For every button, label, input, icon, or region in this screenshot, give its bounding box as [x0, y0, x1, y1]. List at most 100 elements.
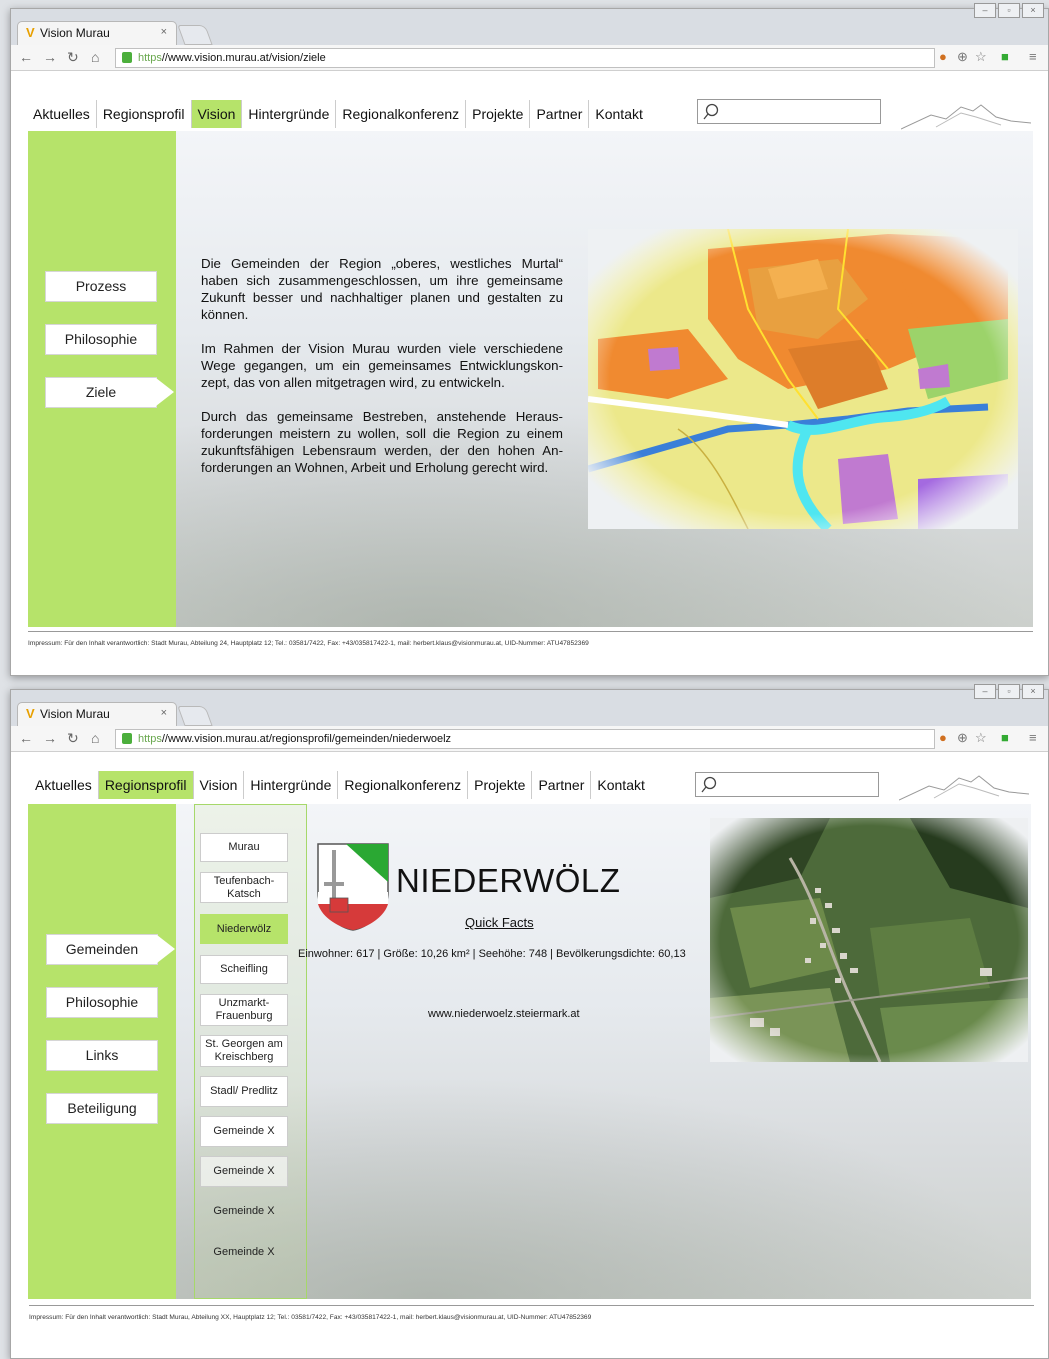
tab-strip: V Vision Murau × – ▫ ×: [11, 3, 1048, 45]
submenu-item-stadl-predlitz[interactable]: Stadl/ Predlitz: [200, 1076, 288, 1107]
search-icon: [701, 776, 717, 793]
new-tab-button[interactable]: [177, 706, 213, 726]
close-window-icon[interactable]: ×: [1022, 684, 1044, 699]
menu-icon[interactable]: ≡: [1029, 730, 1037, 745]
submenu-item-gemeinde-x[interactable]: Gemeinde X: [200, 1196, 288, 1227]
back-icon[interactable]: ←: [19, 730, 33, 746]
quick-facts-link[interactable]: Quick Facts: [465, 915, 534, 930]
back-icon[interactable]: ←: [19, 49, 33, 65]
town-title: NIEDERWÖLZ: [396, 862, 621, 899]
nav-item-regionalkonferenz[interactable]: Regionalkonferenz: [336, 100, 467, 128]
extension-green-icon[interactable]: ■: [1001, 730, 1009, 745]
extension-icon[interactable]: ●: [939, 730, 947, 745]
submenu-item-scheifling[interactable]: Scheifling: [200, 955, 288, 984]
lock-icon: [122, 733, 132, 744]
extension-icon[interactable]: ●: [939, 49, 947, 64]
submenu-item-gemeinde-x[interactable]: Gemeinde X: [200, 1237, 288, 1268]
nav-item-aktuelles[interactable]: Aktuelles: [27, 100, 97, 128]
zoom-icon[interactable]: ⊕: [957, 730, 968, 746]
mountain-logo-icon: [901, 104, 1031, 130]
submenu-item-unzmarkt-frauenburg[interactable]: Unzmarkt-Frauenburg: [200, 994, 288, 1026]
forward-icon[interactable]: →: [43, 730, 57, 746]
home-icon[interactable]: ⌂: [91, 49, 99, 65]
sidebar-button-links[interactable]: Links: [46, 1040, 158, 1071]
nav-item-projekte[interactable]: Projekte: [468, 771, 533, 799]
nav-item-vision[interactable]: Vision: [191, 100, 243, 128]
zoning-map-image: [588, 229, 1018, 529]
site-favicon-icon: V: [26, 706, 35, 721]
submenu-item-teufenbach-katsch[interactable]: Teufenbach-Katsch: [200, 872, 288, 903]
address-bar[interactable]: https//www.vision.murau.at/regionsprofil…: [115, 729, 935, 749]
maximize-icon[interactable]: ▫: [998, 3, 1020, 18]
search-input[interactable]: [697, 99, 881, 124]
forward-icon[interactable]: →: [43, 49, 57, 65]
page-footer: Impressum: Für den Inhalt verantwortlich…: [28, 631, 1033, 647]
maximize-icon[interactable]: ▫: [998, 684, 1020, 699]
extension-green-icon[interactable]: ■: [1001, 49, 1009, 64]
sidebar-button-ziele[interactable]: Ziele: [45, 377, 174, 408]
main-navigation: Aktuelles Regionsprofil Vision Hintergrü…: [29, 770, 651, 800]
nav-item-kontakt[interactable]: Kontakt: [589, 100, 648, 128]
submenu-item-gemeinde-x[interactable]: Gemeinde X: [200, 1156, 288, 1187]
tab-title: Vision Murau: [40, 26, 110, 40]
browser-tab[interactable]: V Vision Murau ×: [17, 702, 177, 726]
nav-item-partner[interactable]: Partner: [530, 100, 590, 128]
nav-item-regionsprofil[interactable]: Regionsprofil: [98, 771, 194, 799]
nav-item-regionalkonferenz[interactable]: Regionalkonferenz: [338, 771, 469, 799]
tab-close-icon[interactable]: ×: [161, 26, 167, 38]
hero-area: Gemeinden Philosophie Links Beteiligung …: [28, 804, 1031, 1299]
url-path: //www.vision.murau.at/vision/ziele: [161, 52, 326, 64]
sidebar-button-beteiligung[interactable]: Beteiligung: [46, 1093, 158, 1124]
nav-item-aktuelles[interactable]: Aktuelles: [29, 771, 99, 799]
nav-item-vision[interactable]: Vision: [194, 771, 245, 799]
aerial-photo-image: [710, 818, 1028, 1062]
reload-icon[interactable]: ↻: [67, 730, 79, 747]
submenu-item-st-georgen[interactable]: St. Georgen am Kreischberg: [200, 1035, 288, 1067]
minimize-icon[interactable]: –: [974, 3, 996, 18]
window-controls: – ▫ ×: [974, 684, 1044, 699]
minimize-icon[interactable]: –: [974, 684, 996, 699]
browser-tab[interactable]: V Vision Murau ×: [17, 21, 177, 45]
zoom-icon[interactable]: ⊕: [957, 49, 968, 65]
browser-window-niederwoelz: V Vision Murau × – ▫ × ← → ↻ ⌂ https//ww…: [10, 684, 1049, 1359]
tab-close-icon[interactable]: ×: [161, 707, 167, 719]
main-navigation: Aktuelles Regionsprofil Vision Hintergrü…: [27, 99, 649, 129]
nav-item-partner[interactable]: Partner: [532, 771, 592, 799]
coat-of-arms-icon: [317, 843, 389, 931]
sidebar-button-prozess[interactable]: Prozess: [45, 271, 157, 302]
page-footer: Impressum: Für den Inhalt verantwortlich…: [29, 1305, 1034, 1321]
tab-strip: V Vision Murau × – ▫ ×: [11, 684, 1048, 726]
new-tab-button[interactable]: [177, 25, 213, 45]
nav-item-projekte[interactable]: Projekte: [466, 100, 531, 128]
search-input[interactable]: [695, 772, 879, 797]
paragraph-2: Im Rahmen der Vision Murau wurden viele …: [201, 341, 563, 390]
town-website-link[interactable]: www.niederwoelz.steiermark.at: [428, 1008, 580, 1020]
submenu-item-gemeinde-x[interactable]: Gemeinde X: [200, 1116, 288, 1147]
sidebar-button-philosophie[interactable]: Philosophie: [46, 987, 158, 1018]
home-icon[interactable]: ⌂: [91, 730, 99, 746]
url-scheme: https: [138, 52, 162, 64]
nav-item-kontakt[interactable]: Kontakt: [591, 771, 650, 799]
hero-area: Prozess Philosophie Ziele Die Gemeinden …: [28, 131, 1033, 627]
town-facts: Einwohner: 617 | Größe: 10,26 km² | Seeh…: [298, 948, 686, 960]
tab-title: Vision Murau: [40, 707, 110, 721]
municipality-submenu: Murau Teufenbach-Katsch Niederwölz Schei…: [194, 804, 307, 1299]
nav-item-hintergruende[interactable]: Hintergründe: [244, 771, 339, 799]
menu-icon[interactable]: ≡: [1029, 49, 1037, 64]
nav-item-regionsprofil[interactable]: Regionsprofil: [97, 100, 192, 128]
reload-icon[interactable]: ↻: [67, 49, 79, 66]
url-scheme: https: [138, 733, 162, 745]
window-controls: – ▫ ×: [974, 3, 1044, 18]
star-icon[interactable]: ☆: [975, 730, 987, 746]
paragraph-3: Durch das gemeinsame Bestreben, anstehen…: [201, 409, 563, 475]
submenu-item-niederwoelz[interactable]: Niederwölz: [200, 914, 288, 944]
web-page: Aktuelles Regionsprofil Vision Hintergrü…: [11, 752, 1048, 1358]
sidebar-button-gemeinden[interactable]: Gemeinden: [46, 934, 175, 965]
submenu-item-murau[interactable]: Murau: [200, 833, 288, 862]
star-icon[interactable]: ☆: [975, 49, 987, 65]
sidebar-button-philosophie[interactable]: Philosophie: [45, 324, 157, 355]
address-bar[interactable]: https//www.vision.murau.at/vision/ziele: [115, 48, 935, 68]
nav-item-hintergruende[interactable]: Hintergründe: [242, 100, 337, 128]
web-page: Aktuelles Regionsprofil Vision Hintergrü…: [11, 71, 1048, 675]
close-window-icon[interactable]: ×: [1022, 3, 1044, 18]
